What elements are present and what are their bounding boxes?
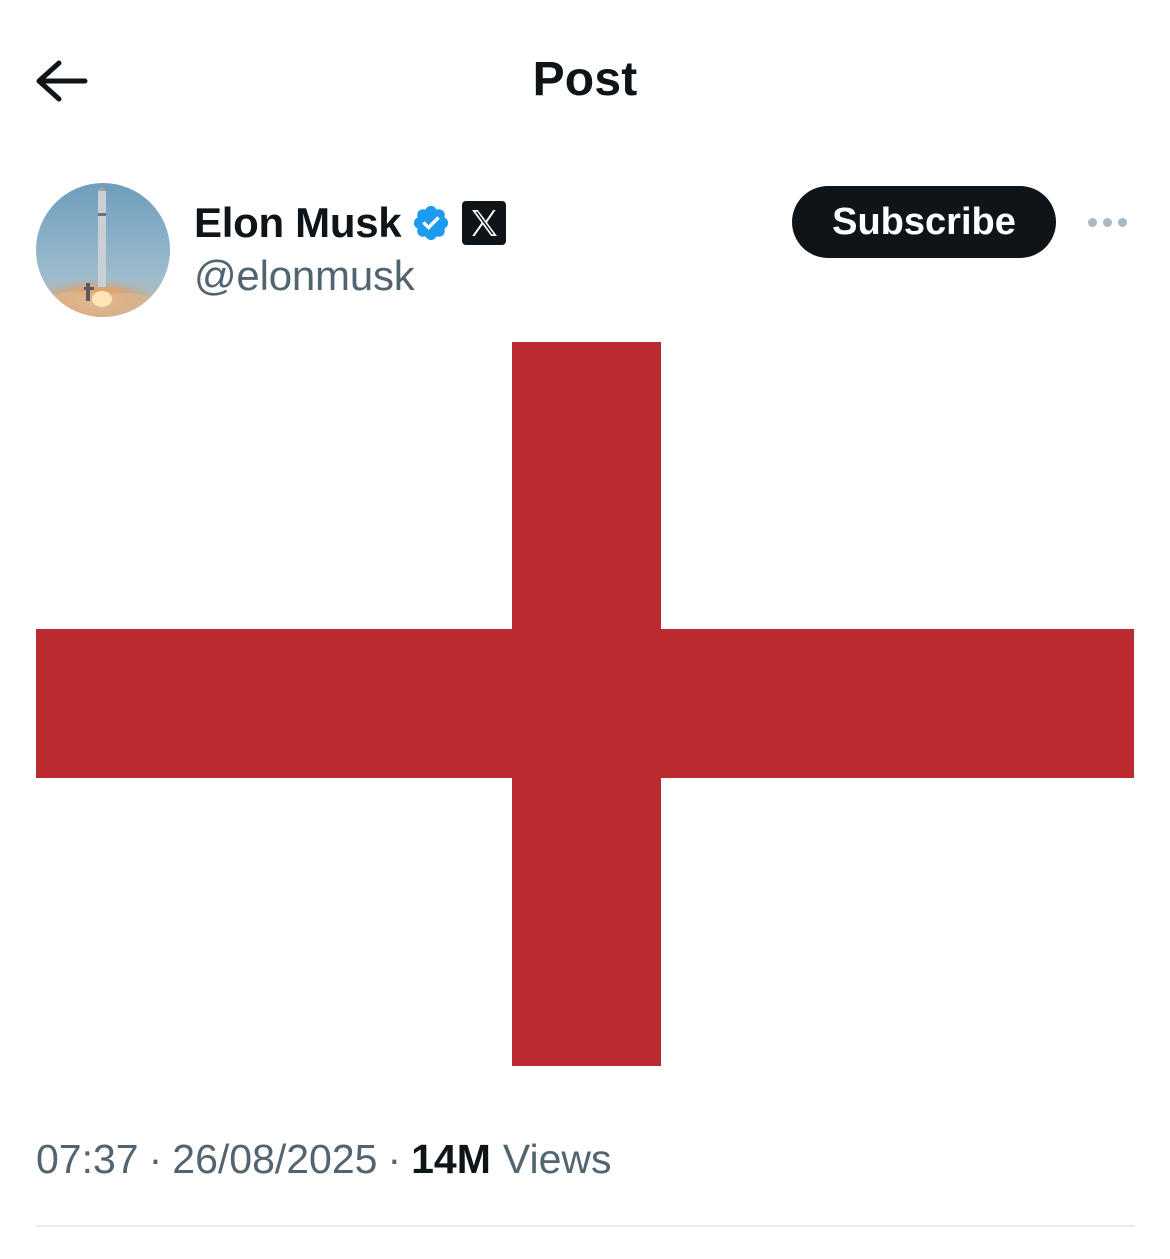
author-handle[interactable]: @elonmusk [194,252,415,300]
post-page: Post Elon Musk @elonmusk Subscribe 07:37… [0,0,1170,1259]
views-count[interactable]: 14M [411,1136,491,1183]
x-logo-icon[interactable] [461,200,507,246]
author-name-row: Elon Musk [194,195,507,251]
subscribe-button[interactable]: Subscribe [792,186,1056,258]
page-title: Post [532,53,638,106]
meta-separator: · [148,1136,163,1182]
post-meta: 07:37 · 26/08/2025 · 14M Views [36,1136,612,1192]
more-dot [1117,217,1127,227]
meta-separator: · [387,1136,402,1182]
views-label: Views [502,1136,612,1182]
post-time[interactable]: 07:37 [36,1136,139,1183]
verified-badge-icon[interactable] [411,203,451,243]
avatar[interactable] [36,183,170,317]
post-date[interactable]: 26/08/2025 [172,1136,377,1183]
more-dots-icon[interactable] [1082,206,1132,238]
rocket-launch-avatar [36,183,170,317]
post-media[interactable] [36,342,1134,1066]
more-dot [1087,217,1097,227]
england-flag-image [36,342,1134,1066]
more-dot [1102,217,1112,227]
divider [36,1225,1134,1227]
author-name[interactable]: Elon Musk [194,199,402,247]
